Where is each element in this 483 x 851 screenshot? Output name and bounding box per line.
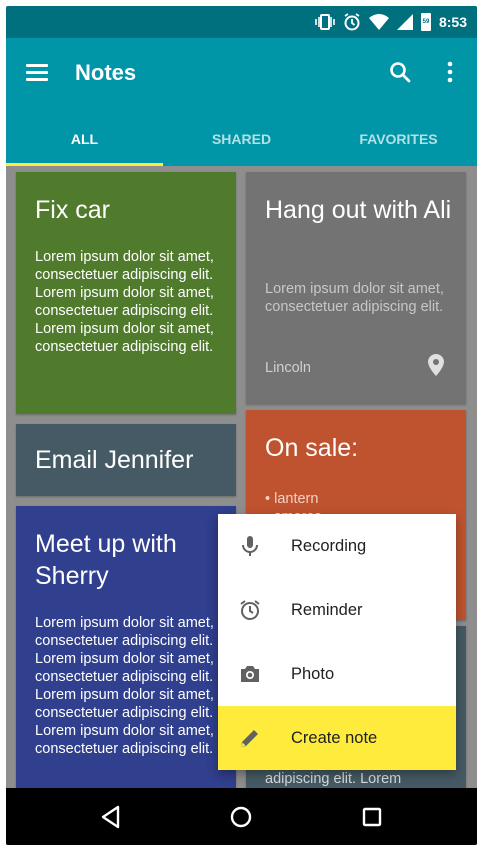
- location-pin-icon: [428, 354, 444, 376]
- note-card-email[interactable]: Email Jennifer: [16, 424, 236, 496]
- system-nav-bar: [6, 788, 477, 845]
- note-card-meet-up[interactable]: Meet up with Sherry Lorem ipsum dolor si…: [16, 506, 236, 806]
- battery-level: 59: [422, 19, 430, 25]
- search-icon[interactable]: [388, 60, 412, 84]
- note-title: Hang out with Ali: [265, 196, 452, 224]
- alarm-icon: [240, 600, 260, 620]
- more-vert-icon[interactable]: [444, 60, 456, 84]
- page-title: Notes: [75, 60, 137, 85]
- app-bar: Notes ALL SHARED FAVORITES: [6, 38, 477, 166]
- tab-shared[interactable]: SHARED: [163, 116, 320, 166]
- note-body: adipiscing elit. Lorem: [265, 771, 402, 787]
- recents-icon[interactable]: [359, 804, 385, 830]
- note-title: Meet up with Sherry: [35, 530, 177, 590]
- note-location: Lincoln: [265, 360, 311, 376]
- wifi-icon: [368, 14, 389, 30]
- note-body: Lorem ipsum dolor sit amet, consectetuer…: [35, 249, 214, 355]
- camera-icon: [241, 666, 259, 682]
- menu-item-photo[interactable]: Photo: [218, 642, 456, 706]
- back-icon[interactable]: [98, 804, 124, 830]
- home-icon[interactable]: [228, 804, 254, 830]
- note-title: Fix car: [35, 196, 110, 224]
- menu-item-label: Photo: [291, 665, 335, 683]
- menu-item-label: Reminder: [291, 601, 363, 619]
- pencil-icon: [241, 730, 258, 747]
- mic-icon: [242, 536, 258, 556]
- vibrate-icon: [315, 14, 335, 30]
- note-title: Email Jennifer: [35, 446, 194, 474]
- menu-item-reminder[interactable]: Reminder: [218, 578, 456, 642]
- tab-bar: ALL SHARED FAVORITES: [6, 116, 477, 166]
- menu-item-label: Recording: [291, 537, 367, 555]
- menu-item-create-note[interactable]: Create note: [218, 706, 456, 770]
- status-bar: 59 8:53: [6, 6, 477, 38]
- note-card-hang-out[interactable]: Hang out with Ali Lorem ipsum dolor sit …: [246, 172, 466, 404]
- list-item: • lantern: [265, 491, 319, 507]
- status-time: 8:53: [438, 14, 467, 30]
- menu-item-recording[interactable]: Recording: [218, 514, 456, 578]
- tab-all[interactable]: ALL: [6, 116, 163, 166]
- menu-icon[interactable]: [26, 64, 48, 82]
- phone-screen: 59 8:53 Notes ALL SHARED FAVORITES Fix c…: [6, 6, 477, 845]
- tab-favorites[interactable]: FAVORITES: [320, 116, 477, 166]
- menu-item-label: Create note: [291, 729, 378, 747]
- alarm-status-icon: [344, 13, 360, 31]
- signal-icon: [396, 14, 413, 30]
- note-body: Lorem ipsum dolor sit amet, consectetuer…: [265, 281, 444, 315]
- battery-icon: 59: [420, 13, 431, 31]
- note-card-fix-car[interactable]: Fix car Lorem ipsum dolor sit amet, cons…: [16, 172, 236, 414]
- create-menu: Recording Reminder Photo Create note: [218, 514, 456, 770]
- note-title: On sale:: [265, 434, 359, 462]
- note-body: Lorem ipsum dolor sit amet, consectetuer…: [35, 615, 214, 757]
